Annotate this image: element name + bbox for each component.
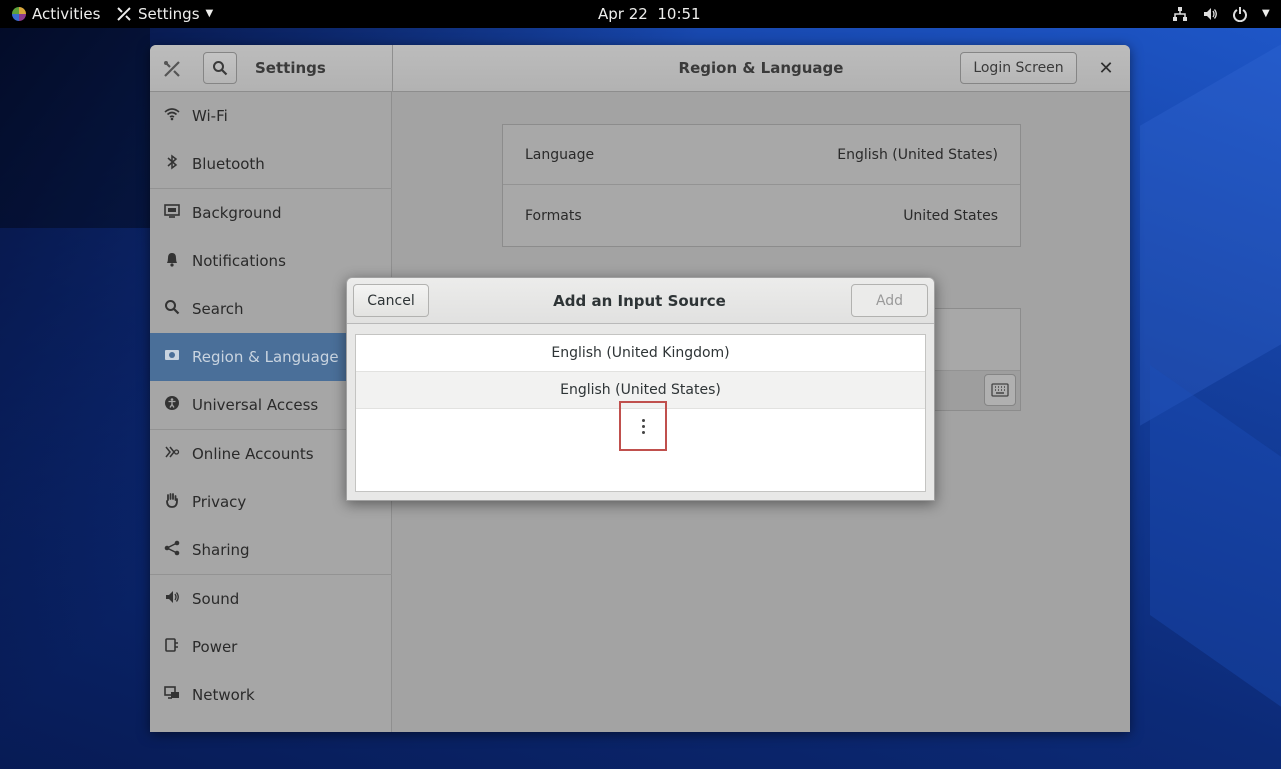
accessibility-icon (150, 395, 192, 415)
more-options-button[interactable] (619, 401, 667, 451)
cancel-button[interactable]: Cancel (353, 284, 429, 317)
keyboard-layout-button[interactable] (984, 374, 1016, 406)
wallpaper-shape (1150, 364, 1281, 742)
search-icon (213, 61, 228, 76)
sidebar-item-label: Power (192, 638, 238, 656)
bluetooth-icon (150, 154, 192, 174)
formats-label: Formats (525, 208, 582, 224)
language-row[interactable]: Language English (United States) (503, 125, 1020, 185)
language-label: Language (525, 146, 595, 163)
hand-icon (150, 492, 192, 512)
sidebar-item-label: Sharing (192, 541, 250, 559)
add-button[interactable]: Add (851, 284, 928, 317)
sidebar-item-background[interactable]: Background (150, 189, 392, 237)
activities-button[interactable]: Activities (12, 0, 100, 28)
sidebar-item-wifi[interactable]: Wi-Fi (150, 92, 392, 140)
sidebar-item-label: Bluetooth (192, 155, 265, 173)
sidebar-item-label: Privacy (192, 493, 247, 511)
system-tray[interactable]: ▼ (1172, 0, 1270, 28)
dialog-title: Add an Input Source (553, 292, 726, 310)
distro-logo-icon (12, 7, 26, 21)
search-button[interactable] (203, 52, 237, 84)
wifi-icon (150, 107, 192, 125)
power-icon (1233, 7, 1247, 22)
search-icon (150, 299, 192, 319)
clock[interactable]: Apr 22 10:51 (598, 0, 701, 28)
sidebar-item-label: Background (192, 204, 282, 222)
list-item[interactable]: English (United Kingdom) (356, 335, 925, 372)
sidebar-item-label: Universal Access (192, 396, 319, 414)
region-icon (150, 348, 192, 366)
sidebar-item-sharing[interactable]: Sharing (150, 526, 392, 574)
formats-row[interactable]: Formats United States (503, 186, 1020, 246)
tools-icon (162, 59, 182, 79)
bell-icon (150, 251, 192, 271)
app-menu-label: Settings (138, 5, 200, 23)
online-accounts-icon (150, 444, 192, 464)
sidebar-title: Settings (255, 59, 326, 77)
app-menu[interactable]: Settings ▼ (116, 0, 213, 28)
clock-time: 10:51 (657, 5, 701, 23)
sidebar-item-network[interactable]: Network (150, 671, 392, 719)
wallpaper-shape (1140, 28, 1281, 426)
login-screen-button[interactable]: Login Screen (960, 52, 1077, 84)
sidebar-item-bluetooth[interactable]: Bluetooth (150, 140, 392, 188)
sidebar-item-label: Online Accounts (192, 445, 314, 463)
input-source-list: English (United Kingdom) English (United… (355, 334, 926, 492)
language-formats-group: Language English (United States) Formats… (502, 124, 1021, 247)
speaker-icon (150, 589, 192, 609)
volume-icon (1204, 8, 1217, 20)
sidebar-item-label: Sound (192, 590, 240, 608)
add-input-source-dialog: Cancel Add an Input Source Add English (… (346, 277, 935, 501)
sidebar-item-label: Search (192, 300, 244, 318)
chevron-down-icon: ▼ (1262, 8, 1270, 19)
activities-label: Activities (32, 5, 101, 23)
top-bar: Activities Settings ▼ Apr 22 10:51 ▼ (0, 0, 1281, 28)
clock-date: Apr 22 (598, 5, 648, 23)
formats-value: United States (903, 208, 998, 224)
sidebar-item-label: Wi-Fi (192, 107, 228, 125)
wallpaper-shape (0, 28, 150, 228)
header-bar: Settings Region & Language Login Screen … (150, 45, 1130, 92)
sidebar-item-label: Region & Language (192, 348, 339, 366)
tools-icon (117, 7, 131, 21)
dialog-header: Cancel Add an Input Source Add (347, 278, 934, 324)
keyboard-icon (991, 383, 1009, 397)
sidebar-item-sound[interactable]: Sound (150, 575, 392, 623)
close-button[interactable]: ✕ (1094, 57, 1118, 81)
network-icon (150, 685, 192, 705)
sidebar-item-label: Network (192, 686, 255, 704)
vertical-dots-icon (641, 418, 645, 434)
language-value: English (United States) (837, 146, 998, 163)
sidebar-item-label: Notifications (192, 252, 286, 270)
network-icon (1173, 7, 1187, 21)
power-plug-icon (150, 637, 192, 657)
share-icon (150, 540, 192, 560)
sidebar-item-power[interactable]: Power (150, 623, 392, 671)
background-icon (150, 204, 192, 222)
chevron-down-icon: ▼ (205, 8, 214, 19)
